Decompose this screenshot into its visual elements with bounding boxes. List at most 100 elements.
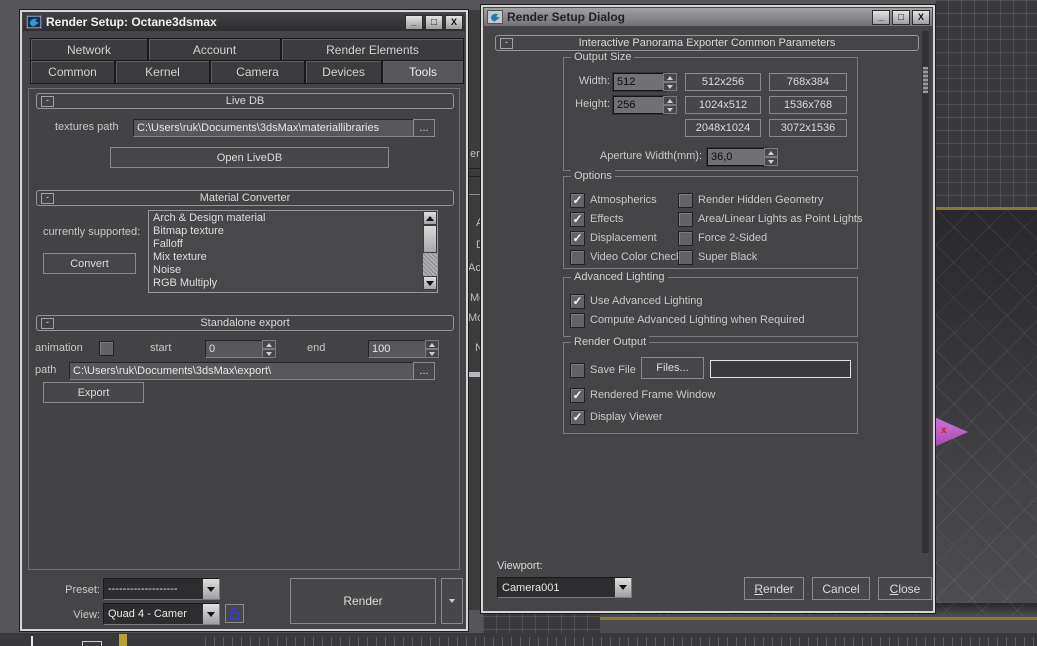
dropdown-arrow-button[interactable] (614, 578, 631, 597)
tab-render-elements[interactable]: Render Elements (281, 38, 464, 61)
spinner-down-button[interactable] (663, 105, 677, 114)
time-marker[interactable] (119, 634, 127, 646)
list-item[interactable]: Noise (149, 264, 437, 277)
preset-2048x1024-button[interactable]: 2048x1024 (685, 119, 761, 137)
use-advanced-lighting-checkbox[interactable]: ✓ (570, 294, 585, 309)
cancel-button[interactable]: Cancel (812, 577, 870, 600)
render-button[interactable]: Render (744, 577, 804, 600)
preset-dropdown[interactable]: ------------------- (103, 578, 220, 600)
spinner-up-button[interactable] (262, 340, 276, 349)
tab-kernel[interactable]: Kernel (115, 60, 210, 84)
minimize-button[interactable]: _ (872, 10, 890, 25)
time-cursor[interactable] (31, 636, 33, 646)
maximize-button[interactable]: □ (892, 10, 910, 25)
preset-3072x1536-button[interactable]: 3072x1536 (769, 119, 847, 137)
render-button[interactable]: Render (290, 578, 436, 624)
rollout-scrollbar[interactable] (922, 31, 929, 553)
rollup-live-db[interactable]: - Live DB (36, 93, 454, 109)
height-spinner[interactable] (663, 96, 677, 114)
rendered-frame-window-checkbox[interactable]: ✓ (570, 388, 585, 403)
rollup-panorama-params[interactable]: - Interactive Panorama Exporter Common P… (495, 35, 919, 51)
tab-network[interactable]: Network (30, 38, 148, 61)
spinner-down-button[interactable] (425, 349, 439, 358)
minimize-button[interactable]: _ (405, 15, 423, 30)
spinner-up-button[interactable] (425, 340, 439, 349)
title-bar[interactable]: Render Setup Dialog _ □ X (484, 8, 932, 26)
track-bar[interactable] (0, 633, 1037, 646)
list-item[interactable]: Mix texture (149, 251, 437, 264)
dropdown-arrow-button[interactable] (202, 604, 219, 624)
render-options-arrow-button[interactable] (441, 578, 463, 624)
start-spinner[interactable] (262, 340, 276, 358)
view-dropdown[interactable]: Quad 4 - Camer (103, 603, 220, 625)
rollup-standalone-export[interactable]: - Standalone export (36, 315, 454, 331)
spinner-down-button[interactable] (764, 157, 778, 166)
spinner-up-button[interactable] (663, 96, 677, 105)
atmospherics-checkbox[interactable]: ✓ (570, 193, 585, 208)
open-livedb-button[interactable]: Open LiveDB (110, 147, 389, 168)
viewport-dropdown[interactable]: Camera001 (497, 577, 632, 598)
aperture-field[interactable]: 36,0 (707, 148, 767, 166)
close-button[interactable]: X (445, 15, 463, 30)
output-file-field[interactable] (710, 360, 851, 378)
list-scrollbar[interactable] (423, 211, 437, 290)
scroll-up-button[interactable] (423, 211, 437, 225)
width-field[interactable]: 512 (613, 73, 666, 91)
preset-1536x768-button[interactable]: 1536x768 (769, 96, 847, 114)
list-item[interactable]: Arch & Design material (149, 212, 437, 225)
files-button[interactable]: Files... (641, 357, 704, 379)
collapse-icon[interactable]: - (500, 38, 513, 49)
displacement-checkbox[interactable]: ✓ (570, 231, 585, 246)
rollup-material-converter[interactable]: - Material Converter (36, 190, 454, 206)
preset-1024x512-button[interactable]: 1024x512 (685, 96, 761, 114)
save-file-checkbox[interactable] (570, 363, 585, 378)
close-button[interactable]: X (912, 10, 930, 25)
tab-devices[interactable]: Devices (305, 60, 382, 84)
width-spinner[interactable] (663, 73, 677, 91)
preset-768x384-button[interactable]: 768x384 (769, 73, 847, 91)
tab-camera[interactable]: Camera (210, 60, 305, 84)
textures-path-field[interactable]: C:\Users\ruk\Documents\3dsMax\materialli… (133, 119, 417, 137)
preset-512x256-button[interactable]: 512x256 (685, 73, 761, 91)
display-viewer-checkbox[interactable]: ✓ (570, 410, 585, 425)
viewport-perspective[interactable] (935, 210, 1037, 633)
area-linear-lights-checkbox[interactable] (678, 212, 693, 227)
convert-button[interactable]: Convert (43, 253, 136, 274)
rollout-scrollbar-thumb[interactable] (923, 67, 928, 93)
tab-account[interactable]: Account (148, 38, 281, 61)
list-item[interactable]: RGB Multiply (149, 277, 437, 290)
spinner-up-button[interactable] (764, 148, 778, 157)
video-color-check-checkbox[interactable] (570, 250, 585, 265)
maximize-button[interactable]: □ (425, 15, 443, 30)
collapse-icon[interactable]: - (41, 96, 54, 107)
super-black-checkbox[interactable] (678, 250, 693, 265)
height-field[interactable]: 256 (613, 96, 666, 114)
list-item[interactable]: Falloff (149, 238, 437, 251)
effects-checkbox[interactable]: ✓ (570, 212, 585, 227)
compute-advanced-lighting-checkbox[interactable] (570, 313, 585, 328)
collapse-icon[interactable]: - (41, 318, 54, 329)
scroll-down-button[interactable] (423, 276, 437, 290)
spinner-down-button[interactable] (262, 349, 276, 358)
tab-tools[interactable]: Tools (382, 60, 464, 84)
title-bar[interactable]: Render Setup: Octane3dsmax _ □ X (23, 13, 465, 31)
export-button[interactable]: Export (43, 382, 144, 403)
animation-checkbox[interactable] (99, 341, 114, 356)
end-spinner[interactable] (425, 340, 439, 358)
render-hidden-geometry-checkbox[interactable] (678, 193, 693, 208)
supported-materials-list[interactable]: Arch & Design material Bitmap texture Fa… (148, 210, 438, 293)
textures-path-browse-button[interactable]: ... (413, 119, 435, 137)
force-2-sided-checkbox[interactable] (678, 231, 693, 246)
dropdown-arrow-button[interactable] (202, 579, 219, 599)
time-slider-box[interactable] (82, 641, 102, 646)
spinner-down-button[interactable] (663, 82, 677, 91)
export-path-field[interactable]: C:\Users\ruk\Documents\3dsMax\export\ (69, 362, 416, 380)
spinner-up-button[interactable] (663, 73, 677, 82)
scrollbar-thumb[interactable] (423, 225, 437, 253)
list-item[interactable]: Bitmap texture (149, 225, 437, 238)
collapse-icon[interactable]: - (41, 193, 54, 204)
start-field[interactable]: 0 (205, 340, 268, 358)
aperture-spinner[interactable] (764, 148, 778, 166)
close-button[interactable]: Close (878, 577, 932, 600)
tab-common[interactable]: Common (30, 60, 115, 84)
